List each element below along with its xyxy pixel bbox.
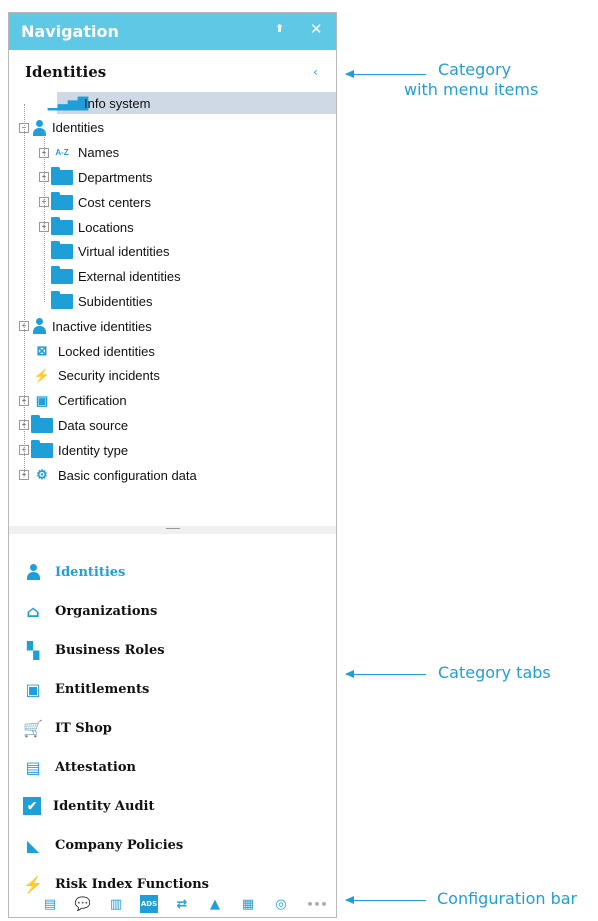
tab-label: Entitlements [55,681,150,697]
tree-item-label: Inactive identities [52,318,152,334]
policy-icon: ◣ [26,835,40,855]
gears-icon: ⚙ [36,467,48,482]
list-icon[interactable]: ▤ [41,895,59,913]
tab-entitlements[interactable]: ▣ Entitlements [23,677,149,701]
tree-item[interactable]: ⊠ Locked identities [19,340,155,362]
target-icon[interactable]: ◎ [272,895,290,913]
tabs-arrow [345,670,426,678]
folder-icon [51,191,73,210]
person-icon [31,318,47,335]
pin-icon[interactable]: ⬆ [275,22,284,35]
tree-item[interactable]: + Departments [39,166,152,188]
tree-item-label: Locations [78,219,134,235]
category-title: Identities [25,63,107,81]
tree-item-label: Info system [84,95,151,111]
tree-item[interactable]: ▁▃▅▇ Info system [48,92,336,114]
tree-item-label: Identities [52,120,105,136]
folder-icon [51,290,73,309]
tree-item[interactable]: + Inactive identities [19,315,152,337]
tab-label: Identities [55,564,126,580]
configbar-arrow [345,896,426,904]
tree-item-label: Subidentities [78,293,153,309]
navigation-title: Navigation [21,22,119,41]
certificate-icon: ▣ [35,392,49,408]
tab-it-shop[interactable]: 🛒 IT Shop [23,716,112,740]
folder-icon [31,414,53,433]
tab-label: Organizations [55,603,158,619]
columns-icon[interactable]: ▥ [107,895,125,913]
splitter[interactable] [9,526,336,534]
tree-item[interactable]: External identities [39,266,181,288]
tab-organizations[interactable]: ⌂ Organizations [23,599,157,623]
folder-icon [51,166,73,185]
tree-item[interactable]: + Cost centers [39,191,151,213]
tree-item-label: Basic configuration data [58,467,197,483]
building-icon: ⌂ [26,601,40,621]
tree-item[interactable]: Virtual identities [39,241,170,263]
configuration-bar: ▤ 💬 ▥ ADS ⇄ ▲ ▦ ◎ ••• [9,889,336,917]
tree-item-label: Locked identities [58,343,155,359]
tree-item-label: Cost centers [78,194,151,210]
tree-item[interactable]: + Locations [39,216,134,238]
folder-icon [51,216,73,235]
tree-item[interactable]: Subidentities [39,290,152,312]
tree-item[interactable]: + Data source [19,414,128,436]
tree-item[interactable]: + Identity type [19,439,128,461]
navigation-titlebar: Navigation ⬆ ✕ [9,13,336,50]
hierarchy-icon: ▚ [26,640,40,660]
navigation-panel: Navigation ⬆ ✕ Identities ‹ ▁▃▅▇ Info sys… [8,12,337,918]
shopping-cart-icon: 🛒 [23,718,43,738]
locked-person-icon: ⊠ [36,343,48,358]
tree-item-label: External identities [78,269,181,285]
folder-icon [31,439,53,458]
person-icon [23,563,43,581]
tab-label: Business Roles [55,642,165,658]
tree-item-label: Certification [58,393,127,409]
more-icon[interactable]: ••• [305,895,329,913]
alphabet-list-icon: A-Z [55,148,69,158]
entitlement-icon: ▣ [25,679,41,699]
collapse-icon[interactable]: ‹ [313,65,318,79]
tab-identity-audit[interactable]: ✔ Identity Audit [23,794,155,818]
tree-item[interactable]: ⚡ Security incidents [19,365,160,387]
tree-item-label: Virtual identities [78,244,170,260]
folder-icon [51,241,73,260]
close-icon[interactable]: ✕ [310,20,323,38]
bar-chart-icon: ▁▃▅▇ [48,95,88,110]
tab-label: IT Shop [55,720,112,736]
ads-icon[interactable]: ADS [140,895,158,913]
checkbox-icon: ✔ [23,797,41,815]
tab-business-roles[interactable]: ▚ Business Roles [23,638,165,662]
category-arrow [345,70,426,78]
tree-item[interactable]: + A-Z Names [39,142,119,164]
tab-company-policies[interactable]: ◣ Company Policies [23,833,183,857]
tree-item-label: Identity type [58,442,129,458]
tree-item-label: Data source [58,417,129,433]
tree-item[interactable]: + ⚙ Basic configuration data [19,464,197,486]
chat-icon[interactable]: 💬 [74,895,92,913]
category-callout-line2: with menu items [404,80,539,99]
tab-label: Attestation [55,759,136,775]
sync-icon[interactable]: ⇄ [173,895,191,913]
folder-icon [51,266,73,285]
tree-item-label: Departments [78,169,153,185]
tree-item-label: Security incidents [58,368,160,384]
lightning-icon: ⚡ [33,367,51,383]
tree-item-label: Names [78,145,120,161]
configbar-callout: Configuration bar [437,889,578,908]
tabs-callout: Category tabs [438,663,551,682]
tree-item[interactable]: + ▣ Certification [19,390,127,412]
category-callout-line1: Category [438,60,512,79]
attestation-icon: ▤ [25,757,41,777]
tab-identities[interactable]: Identities [23,560,125,584]
server-icon[interactable]: ▦ [239,895,257,913]
triangle-icon[interactable]: ▲ [206,895,224,913]
tab-attestation[interactable]: ▤ Attestation [23,755,136,779]
tab-label: Identity Audit [53,798,155,814]
tab-label: Company Policies [55,837,184,853]
tree-item[interactable]: − Identities [19,117,104,139]
